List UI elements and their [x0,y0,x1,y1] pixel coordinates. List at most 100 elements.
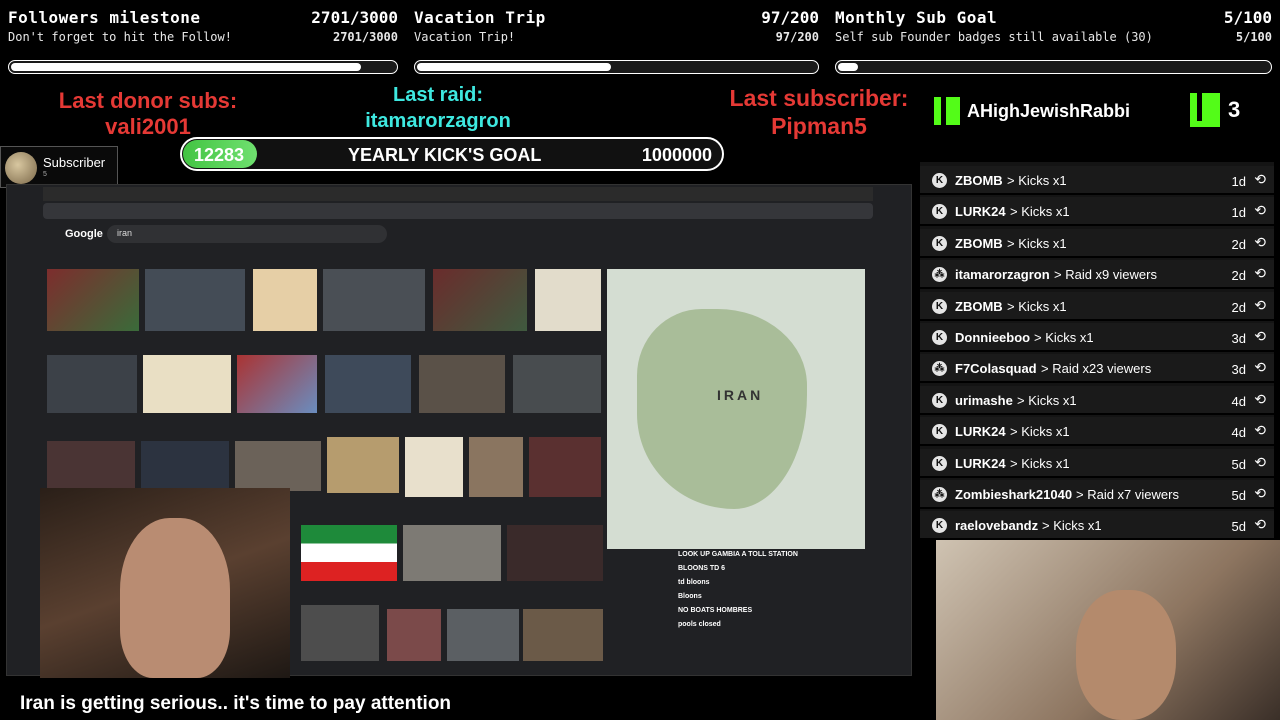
replay-icon[interactable]: ⟲ [1254,454,1266,471]
feed-time: 2d [1231,299,1246,315]
replay-icon[interactable]: ⟲ [1254,171,1266,188]
avatar [5,152,37,184]
raid-icon: ⁂ [932,267,947,283]
image-result[interactable] [47,269,139,331]
image-result[interactable] [469,437,523,497]
feed-time: 5d [1231,488,1246,503]
yearly-kick-goal: 12283 YEARLY KICK'S GOAL 1000000 [180,137,724,171]
last-raid-label: Last raid: [392,84,484,106]
image-result[interactable] [523,609,603,661]
replay-icon[interactable]: ⟲ [1254,391,1266,408]
replay-icon[interactable]: ⟲ [1254,359,1266,376]
goal-progress-bar [835,60,1272,74]
image-result[interactable] [513,355,601,413]
kick-logo-icon [1190,93,1220,127]
goal-progress-fill [838,63,858,71]
kick-count: 3 [1228,97,1241,122]
subscriber-toast-label: Subscriber [43,155,106,170]
replay-icon[interactable]: ⟲ [1254,516,1266,533]
image-result[interactable] [301,605,379,661]
feed-event-action: > Raid x23 viewers [1041,361,1152,377]
replay-icon[interactable]: ⟲ [1254,485,1266,502]
feed-event-text: LURK24 [955,204,1006,220]
subscriber-toast: Subscriber 5 [0,146,118,188]
yearly-goal-target: 1000000 [641,145,712,165]
image-result[interactable] [47,355,137,413]
feed-time: 5d [1231,519,1246,535]
last-donor: Last donor subs: vali2001 [40,88,256,140]
last-raid-name: itamarorzagron [365,110,511,132]
image-result[interactable] [403,525,501,581]
feed-time: 4d [1231,393,1246,409]
feed-row: K Donnieeboo > Kicks x1 3d ⟲ [920,323,1274,352]
goal-progress-bar [8,60,398,74]
goal-title: Vacation Trip [414,8,546,27]
feed-time: 2d [1231,236,1246,252]
goal-subcount: 2701/3000 [332,30,398,44]
feed-row: K ZBOMB > Kicks x1 2d ⟲ [920,228,1274,258]
feed-row: Kraelovebandz > Kicks x1 5d ⟲ [920,511,1274,541]
replay-icon[interactable]: ⟲ [1254,328,1266,345]
feed-time: 3d [1231,331,1246,346]
replay-icon[interactable]: ⟲ [1254,202,1266,219]
image-result[interactable] [143,355,231,413]
google-logo: Google [65,228,103,240]
goal-progress-fill [11,63,361,71]
image-result[interactable] [253,269,317,331]
image-result[interactable] [433,269,527,331]
browser-tab-bar[interactable] [43,187,873,201]
chat-message: NO BOATS HOMBRES [678,607,753,614]
goal-subcount: 5/100 [1235,30,1272,44]
image-result[interactable] [405,437,463,497]
feed-time: 2d [1231,268,1246,284]
kick-icon: K [932,173,947,188]
image-result[interactable] [145,269,245,331]
search-query: iran [117,228,133,238]
feed-event-action: > Kicks x1 [1007,235,1067,251]
feed-event-action: > Kicks x1 [1010,204,1070,220]
feed-row: Kurimashe > Kicks x1 4d ⟲ [920,385,1274,415]
browser-url-bar[interactable] [43,203,873,219]
goal-subtitle: Vacation Trip! [414,30,516,44]
chat-message: pools closed [678,621,721,628]
image-result[interactable] [235,441,321,491]
kick-icon: K [932,455,947,471]
yearly-goal-label: YEARLY KICK'S GOAL [348,145,542,165]
feed-event-text: ZBOMB [955,235,1003,251]
replay-icon[interactable]: ⟲ [1254,297,1266,314]
kick-icon: K [932,330,947,345]
feed-event-action: > Kicks x1 [1034,330,1094,345]
kick-icon: K [932,424,947,440]
image-result[interactable] [325,355,411,413]
image-result[interactable] [387,609,441,661]
search-input[interactable]: iran [107,225,387,243]
feed-row: ⁂ itamarorzagron > Raid x9 viewers 2d ⟲ [920,260,1274,290]
image-result[interactable] [141,441,229,491]
image-result[interactable] [447,609,519,661]
replay-icon[interactable]: ⟲ [1254,265,1266,282]
last-subscriber: Last subscriber: Pipman5 [706,84,932,140]
image-result[interactable] [419,355,505,413]
last-raid: Last raid: itamarorzagron [340,82,536,134]
image-result[interactable] [237,355,317,413]
kick-icon: K [932,235,947,251]
goal-count: 2701/3000 [311,8,398,27]
chat-message: BLOONS TD 6 [678,565,726,572]
feed-event-action: > Kicks x1 [1010,424,1070,440]
kick-icon: K [932,392,947,408]
feed-event-text: F7Colasquad [955,361,1037,377]
image-result[interactable] [507,525,603,581]
image-result[interactable] [529,437,601,497]
kick-username: AHighJewishRabbi [967,101,1131,121]
image-preview-panel[interactable]: IRAN [607,269,865,549]
image-result[interactable] [327,437,399,493]
replay-icon[interactable]: ⟲ [1254,422,1266,439]
kick-icon: K [932,204,947,220]
image-result[interactable] [323,269,425,331]
streamer-face [120,518,230,678]
image-result[interactable] [535,269,601,331]
image-result[interactable] [301,525,397,581]
image-result[interactable] [47,441,135,491]
replay-icon[interactable]: ⟲ [1254,234,1266,251]
goal-progress-bar [414,60,819,74]
